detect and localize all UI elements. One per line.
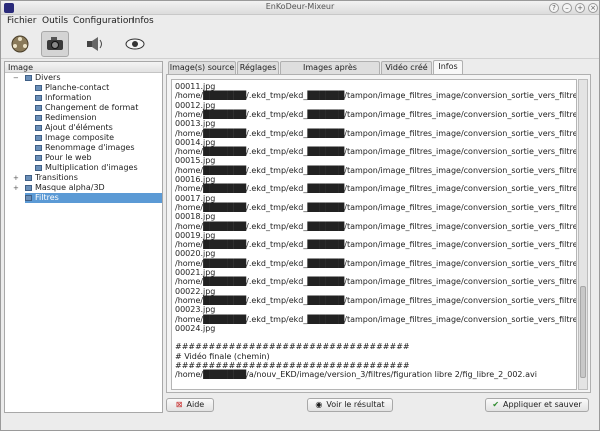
- menu-configuration[interactable]: Configuration: [73, 16, 134, 26]
- tree-header: Image: [5, 62, 162, 73]
- window-title: EnKoDeur-Mixeur: [265, 2, 335, 11]
- tree-item-pour-le-web[interactable]: Pour le web: [35, 153, 92, 163]
- apply-save-button[interactable]: ✔ Appliquer et sauver: [485, 398, 589, 412]
- log-line: /home/███████/.ekd_tmp/ekd_██████/tampon…: [175, 184, 576, 194]
- help-icon[interactable]: ?: [549, 3, 559, 13]
- item-icon: [35, 85, 42, 91]
- tool-tree-panel: Image − Divers Planche-contact Informatio…: [4, 61, 163, 413]
- log-line: /home/███████/.ekd_tmp/ekd_██████/tampon…: [175, 165, 576, 175]
- film-reel-icon: [11, 35, 29, 53]
- viewer-tool-button[interactable]: [121, 31, 149, 57]
- tree-item-ajout-elements[interactable]: Ajout d'éléments: [35, 123, 113, 133]
- expand-icon[interactable]: +: [13, 183, 19, 193]
- log-line: 00024.jpg: [175, 323, 216, 333]
- log-line: /home/███████/.ekd_tmp/ekd_██████/tampon…: [175, 221, 576, 231]
- menu-fichier[interactable]: Fichier: [7, 16, 36, 26]
- tree-item-renommage[interactable]: Renommage d'images: [35, 143, 134, 153]
- menu-infos[interactable]: Infos: [132, 16, 154, 26]
- tab-infos[interactable]: Infos: [433, 60, 463, 74]
- camera-icon: [47, 37, 63, 50]
- item-icon: [35, 135, 42, 141]
- audio-tool-button[interactable]: [81, 31, 109, 57]
- infos-panel: 00011.jpg/home/███████/.ekd_tmp/ekd_████…: [166, 74, 591, 393]
- scrollbar-thumb[interactable]: [580, 286, 586, 378]
- item-icon: [35, 115, 42, 121]
- tree-item-multiplication[interactable]: Multiplication d'images: [35, 163, 138, 173]
- help-button[interactable]: ⊠ Aide: [166, 398, 214, 412]
- log-line: /home/███████/.ekd_tmp/ekd_██████/tampon…: [175, 314, 576, 324]
- eye-icon: [125, 38, 145, 50]
- log-line: /home/███████/.ekd_tmp/ekd_██████/tampon…: [175, 91, 576, 101]
- tree-item-filtres[interactable]: Filtres: [25, 193, 162, 203]
- video-tool-button[interactable]: [6, 31, 34, 57]
- tab-video-cree[interactable]: Vidéo créé: [381, 61, 432, 74]
- item-icon: [35, 125, 42, 131]
- tab-images-apres-traitement[interactable]: Images après traitement: [280, 61, 380, 84]
- eye-icon: ◉: [315, 400, 323, 409]
- log-line: /home/███████/.ekd_tmp/ekd_██████/tampon…: [175, 277, 576, 287]
- menu-bar: Fichier Outils Configuration Infos: [1, 15, 599, 29]
- expand-icon[interactable]: +: [13, 173, 19, 183]
- tree-item-image-composite[interactable]: Image composite: [35, 133, 114, 143]
- tree-item-information[interactable]: Information: [35, 93, 91, 103]
- log-line: /home/███████/.ekd_tmp/ekd_██████/tampon…: [175, 147, 576, 157]
- check-icon: ✔: [492, 400, 500, 409]
- log-line: /home/███████/.ekd_tmp/ekd_██████/tampon…: [175, 109, 576, 119]
- menu-outils[interactable]: Outils: [42, 16, 68, 26]
- info-log-textarea[interactable]: 00011.jpg/home/███████/.ekd_tmp/ekd_████…: [171, 79, 577, 390]
- log-scrollbar[interactable]: [578, 79, 588, 390]
- folder-icon: [25, 175, 32, 181]
- item-icon: [35, 155, 42, 161]
- log-line: /home/███████/.ekd_tmp/ekd_██████/tampon…: [175, 240, 576, 250]
- item-icon: [35, 105, 42, 111]
- log-line: /home/███████/a/nouv_EKD/image/version_3…: [175, 370, 537, 380]
- toolbar: [1, 29, 599, 59]
- log-line: /home/███████/.ekd_tmp/ekd_██████/tampon…: [175, 295, 576, 305]
- item-icon: [35, 95, 42, 101]
- tab-reglages[interactable]: Réglages: [237, 61, 279, 74]
- item-icon: [35, 165, 42, 171]
- tree-item-divers[interactable]: − Divers: [13, 73, 61, 83]
- folder-icon: [25, 185, 32, 191]
- log-line: /home/███████/.ekd_tmp/ekd_██████/tampon…: [175, 202, 576, 212]
- tab-images-source[interactable]: Image(s) source: [168, 61, 236, 74]
- item-icon: [35, 145, 42, 151]
- maximize-icon[interactable]: +: [575, 3, 585, 13]
- tree-item-changement-format[interactable]: Changement de format: [35, 103, 138, 113]
- close-icon[interactable]: ×: [588, 3, 598, 13]
- collapse-icon[interactable]: −: [13, 73, 19, 83]
- log-line: /home/███████/.ekd_tmp/ekd_██████/tampon…: [175, 128, 576, 138]
- tree-item-masque-alpha[interactable]: + Masque alpha/3D: [13, 183, 105, 193]
- title-bar: EnKoDeur-Mixeur ? – + ×: [1, 1, 599, 15]
- image-tool-button[interactable]: [41, 31, 69, 57]
- folder-icon: [25, 75, 32, 81]
- log-line: /home/███████/.ekd_tmp/ekd_██████/tampon…: [175, 258, 576, 268]
- minimize-icon[interactable]: –: [562, 3, 572, 13]
- help-icon: ⊠: [175, 400, 183, 409]
- tree-item-redimension[interactable]: Redimension: [35, 113, 97, 123]
- folder-icon: [25, 195, 32, 201]
- speaker-icon: [87, 37, 102, 51]
- tree-item-planche-contact[interactable]: Planche-contact: [35, 83, 109, 93]
- view-result-button[interactable]: ◉ Voir le résultat: [307, 398, 393, 412]
- tree-item-transitions[interactable]: + Transitions: [13, 173, 78, 183]
- app-window: EnKoDeur-Mixeur ? – + × Fichier Outils C…: [0, 0, 600, 431]
